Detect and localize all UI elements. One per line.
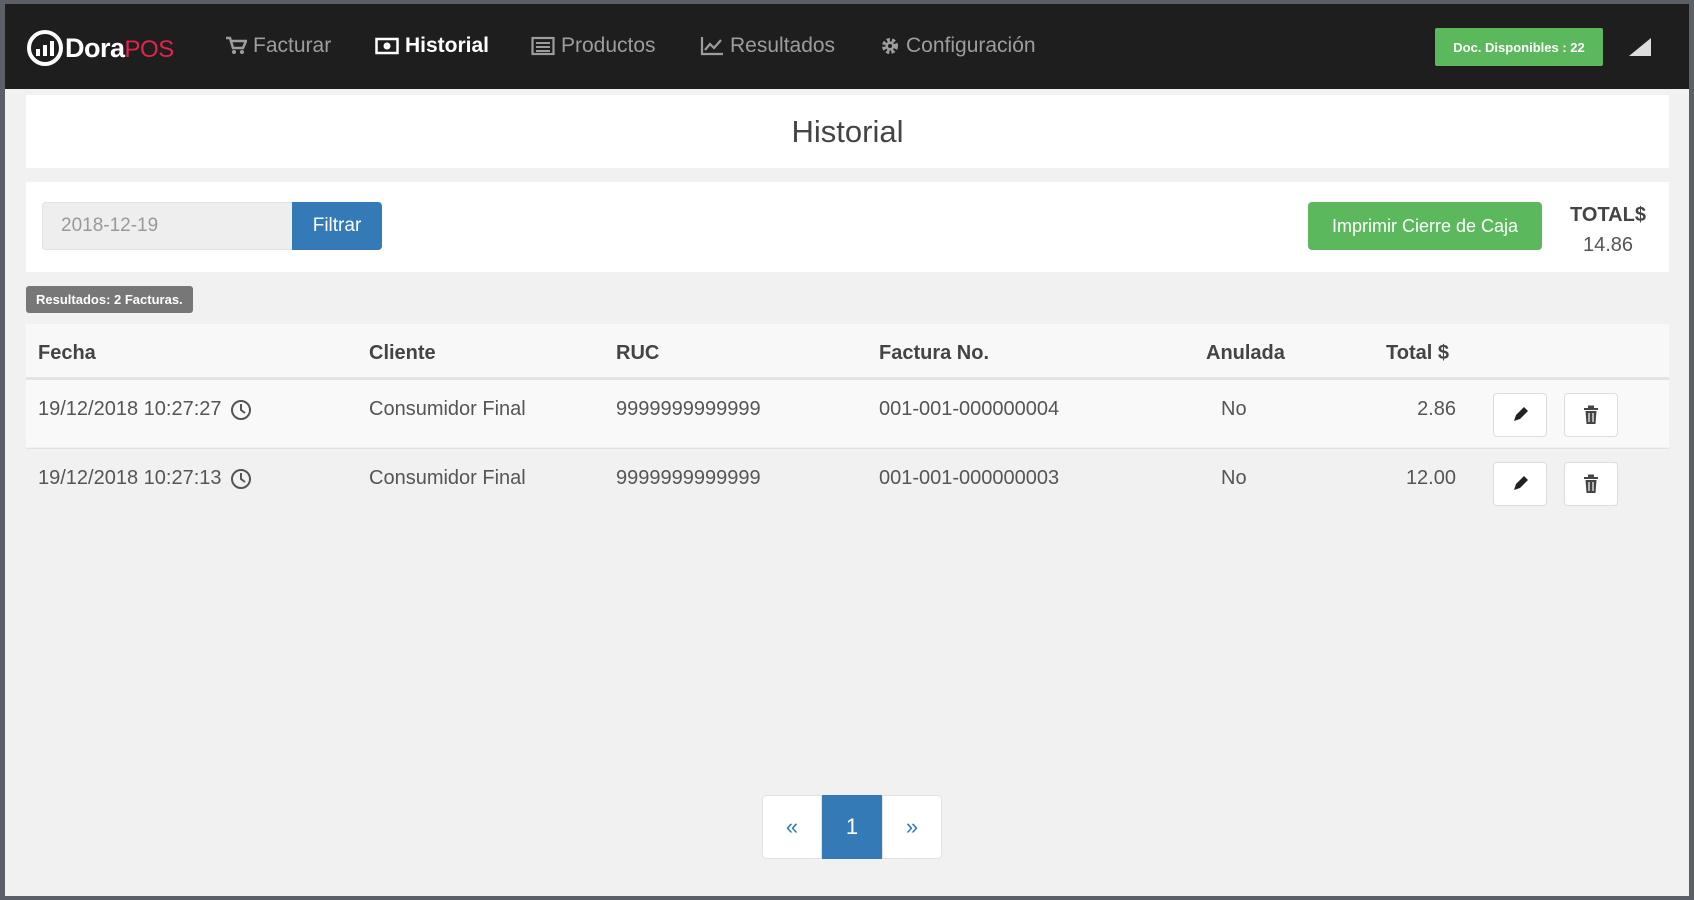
total-label: TOTAL$ [1570,204,1646,226]
docs-available-badge: Doc. Disponibles : 22 [1435,28,1603,66]
line-chart-icon [700,37,723,56]
nav-configuracion[interactable]: Configuración [880,34,1036,58]
list-icon [531,36,555,56]
signal-icon [1629,38,1651,56]
filter-panel: Filtrar Imprimir Cierre de Caja TOTAL$ 1… [26,182,1669,272]
filter-button[interactable]: Filtrar [292,202,382,250]
cell-fecha: 19/12/2018 10:27:13 [38,467,252,490]
table-row: 19/12/2018 10:27:13 Consumidor Final 999… [26,448,1669,516]
pagination-prev[interactable]: « [762,795,822,859]
cell-factura: 001-001-000000004 [879,398,1060,420]
app-window: DoraPOS Facturar Historial Productos Res… [5,4,1689,896]
results-count-badge: Resultados: 2 Facturas. [26,286,193,313]
page-title: Historial [791,113,904,149]
pagination: « 1 » [762,795,942,859]
logo-chart-icon [27,30,63,66]
pencil-icon [1514,407,1528,421]
cell-cliente: Consumidor Final [369,467,526,489]
print-cash-close-button[interactable]: Imprimir Cierre de Caja [1308,202,1542,250]
nav-productos-label: Productos [561,34,656,57]
cell-ruc: 9999999999999 [616,398,761,420]
table-row: 19/12/2018 10:27:27 Consumidor Final 999… [26,379,1669,447]
top-navbar: DoraPOS Facturar Historial Productos Res… [5,4,1689,89]
nav-configuracion-label: Configuración [906,34,1036,57]
column-header-total: Total $ [1386,342,1449,364]
trash-icon [1584,474,1598,493]
nav-resultados-label: Resultados [730,34,836,57]
edit-button[interactable] [1493,462,1547,506]
gear-icon [882,38,898,54]
brand-logo[interactable]: DoraPOS [27,30,174,66]
trash-icon [1584,405,1598,424]
nav-productos[interactable]: Productos [531,34,656,58]
cell-anulada: No [1221,467,1247,489]
title-panel: Historial [26,95,1669,168]
column-header-anulada: Anulada [1206,342,1285,364]
column-header-ruc: RUC [616,342,660,364]
pagination-page-1[interactable]: 1 [822,795,882,859]
clock-icon [230,399,251,420]
cell-ruc: 9999999999999 [616,467,761,489]
cell-total: 12.00 [1405,467,1456,489]
total-value: 14.86 [1582,234,1634,256]
column-header-cliente: Cliente [369,342,436,364]
nav-historial[interactable]: Historial [375,34,489,58]
cell-anulada: No [1221,398,1247,420]
cell-fecha: 19/12/2018 10:27:27 [38,398,252,421]
brand-name: DoraPOS [65,32,174,63]
cell-cliente: Consumidor Final [369,398,526,420]
nav-facturar[interactable]: Facturar [225,34,331,58]
pencil-icon [1514,476,1528,490]
clock-icon [230,468,251,489]
pagination-next[interactable]: » [882,795,942,859]
cell-factura: 001-001-000000003 [879,467,1060,489]
nav-facturar-label: Facturar [253,34,332,57]
cell-total: 2.86 [1417,398,1456,420]
column-header-factura: Factura No. [879,342,990,364]
cart-icon [226,36,247,54]
delete-button[interactable] [1564,393,1618,437]
money-icon [375,37,399,55]
edit-button[interactable] [1493,393,1547,437]
fecha-text: 19/12/2018 10:27:13 [38,467,222,489]
column-header-fecha: Fecha [38,342,96,364]
delete-button[interactable] [1564,462,1618,506]
fecha-text: 19/12/2018 10:27:27 [38,398,222,420]
date-filter-input[interactable] [42,202,293,250]
nav-historial-label: Historial [405,34,490,57]
table-header: Fecha Cliente RUC Factura No. Anulada To… [26,324,1669,379]
nav-resultados[interactable]: Resultados [700,34,835,58]
